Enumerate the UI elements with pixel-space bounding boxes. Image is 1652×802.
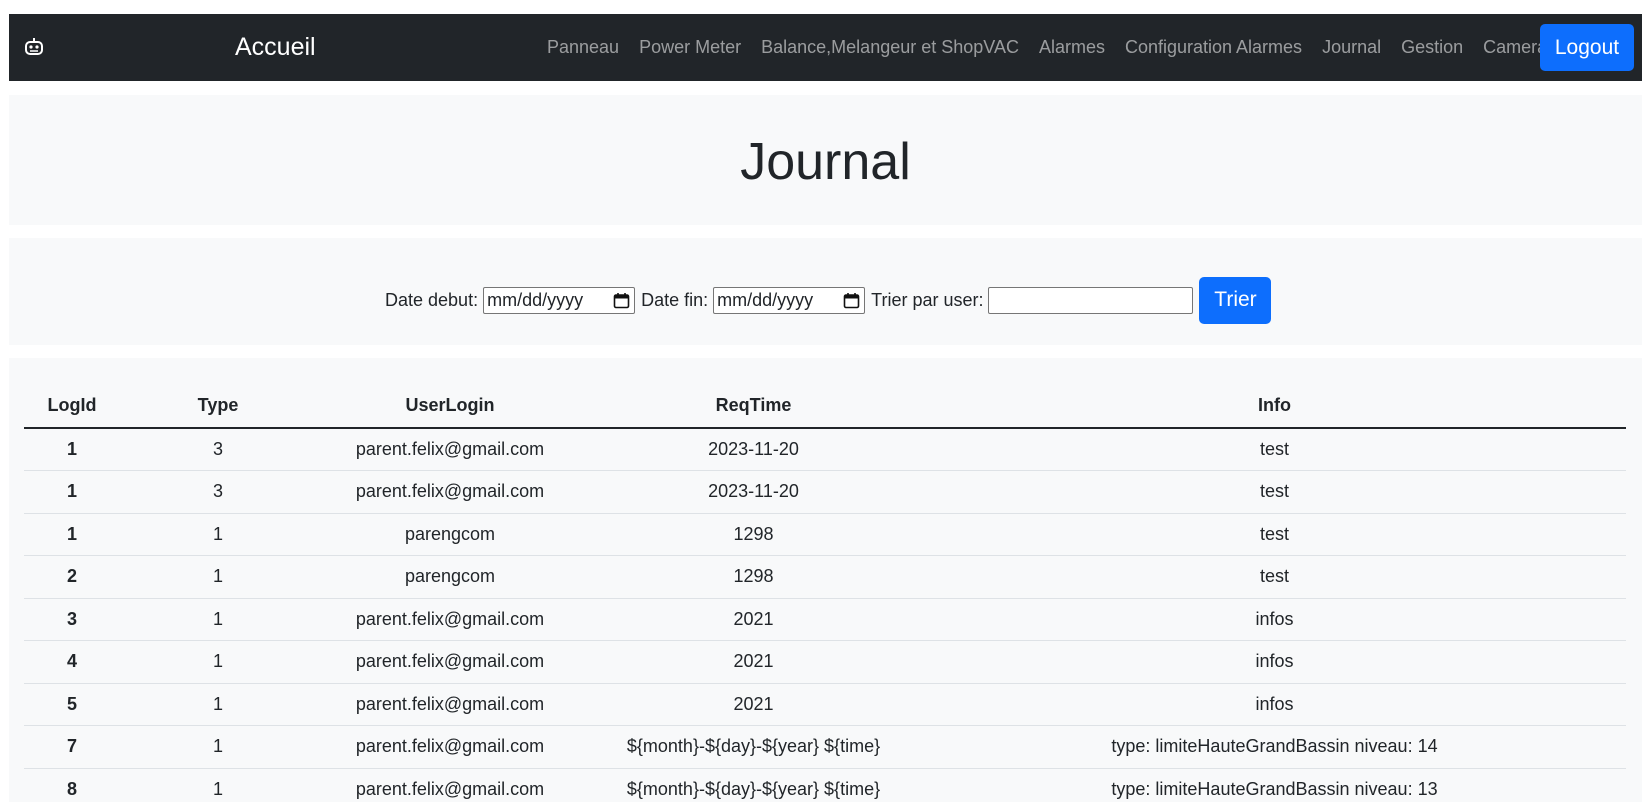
cell-reqtime: 1298 [584,555,923,599]
cell-reqtime: 2021 [584,598,923,641]
navbar: Accueil Panneau Power Meter Balance,Mela… [9,14,1642,81]
cell-logid: 1 [24,470,120,514]
user-filter-input[interactable] [988,286,1194,314]
cell-reqtime: ${month}-${day}-${year} ${time} [584,725,923,769]
cell-info: infos [923,640,1626,684]
cell-reqtime: 2023-11-20 [584,428,923,471]
page: Accueil Panneau Power Meter Balance,Mela… [0,0,1652,802]
date-fin-value: mm/dd/yyyy [717,289,814,310]
cell-type: 1 [120,683,316,726]
cell-info: type: limiteHauteGrandBassin niveau: 13 [923,768,1626,802]
cell-logid: 5 [24,683,120,726]
nav-link-balance[interactable]: Balance,Melangeur et ShopVAC [751,14,1029,81]
table-row: 5 1 parent.felix@gmail.com 2021 infos [24,683,1626,726]
column-header-userlogin: UserLogin [316,383,584,429]
table-header: LogId Type UserLogin ReqTime Info [24,383,1626,429]
date-fin-input[interactable]: mm/dd/yyyy [713,286,866,314]
column-header-logid: LogId [24,383,120,429]
cell-info: test [923,470,1626,514]
trier-button[interactable]: Trier [1199,276,1272,324]
cell-logid: 1 [24,513,120,556]
cell-type: 1 [120,555,316,599]
cell-type: 1 [120,513,316,556]
calendar-icon[interactable] [613,292,630,309]
nav-link-panneau[interactable]: Panneau [537,14,629,81]
cell-info: type: limiteHauteGrandBassin niveau: 14 [923,725,1626,769]
nav-link-journal[interactable]: Journal [1312,14,1391,81]
cell-reqtime: 2021 [584,683,923,726]
cell-userlogin: parent.felix@gmail.com [316,428,584,471]
cell-type: 1 [120,640,316,684]
date-debut-label: Date debut: [385,289,479,310]
cell-info: test [923,513,1626,556]
cell-logid: 8 [24,768,120,802]
page-title: Journal [740,133,911,191]
cell-info: test [923,555,1626,599]
table-body: 1 3 parent.felix@gmail.com 2023-11-20 te… [24,428,1626,802]
table-row: 2 1 parengcom 1298 test [24,555,1626,599]
cell-info: infos [923,598,1626,641]
calendar-icon[interactable] [843,292,860,309]
table-row: 8 1 parent.felix@gmail.com ${month}-${da… [24,768,1626,802]
nav-links: Panneau Power Meter Balance,Melangeur et… [537,14,1557,81]
cell-userlogin: parent.felix@gmail.com [316,683,584,726]
cell-logid: 1 [24,428,120,471]
cell-type: 3 [120,428,316,471]
filter-form: Date debut: mm/dd/yyyy Date fin: mm/dd/y… [385,276,1272,324]
nav-link-power-meter[interactable]: Power Meter [629,14,751,81]
robot-icon[interactable] [23,36,45,58]
date-fin-label: Date fin: [641,289,709,310]
nav-link-alarmes[interactable]: Alarmes [1029,14,1115,81]
cell-userlogin: parent.felix@gmail.com [316,640,584,684]
cell-userlogin: parent.felix@gmail.com [316,598,584,641]
cell-reqtime: ${month}-${day}-${year} ${time} [584,768,923,802]
cell-logid: 7 [24,725,120,769]
cell-userlogin: parengcom [316,513,584,556]
cell-userlogin: parent.felix@gmail.com [316,768,584,802]
journal-table: LogId Type UserLogin ReqTime Info 1 3 pa… [24,383,1626,802]
column-header-info: Info [923,383,1626,429]
table-row: 1 3 parent.felix@gmail.com 2023-11-20 te… [24,428,1626,471]
cell-reqtime: 2023-11-20 [584,470,923,514]
table-row: 4 1 parent.felix@gmail.com 2021 infos [24,640,1626,684]
cell-logid: 4 [24,640,120,684]
table-row: 1 3 parent.felix@gmail.com 2023-11-20 te… [24,470,1626,514]
cell-reqtime: 2021 [584,640,923,684]
date-debut-value: mm/dd/yyyy [487,289,584,310]
cell-userlogin: parengcom [316,555,584,599]
cell-info: test [923,428,1626,471]
cell-logid: 3 [24,598,120,641]
table-row: 7 1 parent.felix@gmail.com ${month}-${da… [24,725,1626,769]
cell-userlogin: parent.felix@gmail.com [316,725,584,769]
filter-panel: Date debut: mm/dd/yyyy Date fin: mm/dd/y… [9,238,1642,345]
cell-type: 1 [120,768,316,802]
cell-reqtime: 1298 [584,513,923,556]
cell-info: infos [923,683,1626,726]
nav-brand-accueil[interactable]: Accueil [235,14,316,81]
cell-userlogin: parent.felix@gmail.com [316,470,584,514]
cell-type: 1 [120,598,316,641]
user-filter-label: Trier par user: [871,289,984,310]
column-header-reqtime: ReqTime [584,383,923,429]
nav-link-gestion[interactable]: Gestion [1391,14,1473,81]
title-panel: Journal [9,95,1642,225]
table-header-row: LogId Type UserLogin ReqTime Info [24,383,1626,429]
cell-logid: 2 [24,555,120,599]
logout-button[interactable]: Logout [1540,24,1634,71]
cell-type: 1 [120,725,316,769]
column-header-type: Type [120,383,316,429]
table-row: 3 1 parent.felix@gmail.com 2021 infos [24,598,1626,641]
nav-link-configuration-alarmes[interactable]: Configuration Alarmes [1115,14,1312,81]
date-debut-input[interactable]: mm/dd/yyyy [483,286,636,314]
table-panel: LogId Type UserLogin ReqTime Info 1 3 pa… [9,358,1642,802]
cell-type: 3 [120,470,316,514]
table-row: 1 1 parengcom 1298 test [24,513,1626,556]
